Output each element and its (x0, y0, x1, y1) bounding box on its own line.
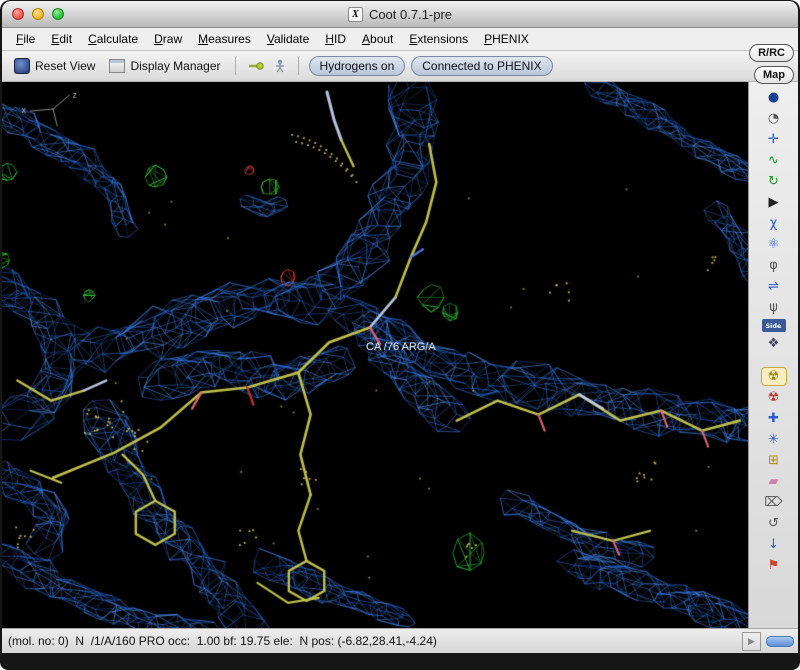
menu-validate[interactable]: Validate (259, 30, 318, 48)
tool-add-alt-conf[interactable]: ⊞ (761, 451, 787, 470)
tool-auto-fit-rotamer[interactable]: ✳ (761, 430, 787, 449)
display-manager-button[interactable]: Display Manager (105, 57, 224, 75)
viewport-container: CA /76 ARG/A (2, 82, 748, 628)
rrc-button[interactable]: R/RC (749, 44, 794, 62)
tool-rotate-translate-zone[interactable]: ↻ (761, 172, 787, 191)
tool-torsion-general[interactable]: φ (761, 256, 787, 275)
menu-extensions[interactable]: Extensions (401, 30, 476, 48)
menu-hid[interactable]: HID (317, 30, 354, 48)
tool-real-space-refine-zone[interactable]: ☢ (760, 367, 787, 386)
tool-add-terminal-residue[interactable]: ✚ (761, 409, 787, 428)
tool-flip-peptide[interactable]: ⇌ (761, 277, 787, 296)
close-button[interactable] (12, 8, 24, 20)
tool-side-chain-180-flip[interactable]: Side (761, 319, 786, 332)
key-bindings-button[interactable] (246, 58, 266, 74)
menubar: File Edit Calculate Draw Measures Valida… (2, 28, 798, 51)
status-text: (mol. no: 0) N /1/A/160 PRO occ: 1.00 bf… (8, 634, 437, 648)
window-controls (12, 8, 64, 20)
tool-display-sphere[interactable]: ● (761, 88, 787, 107)
menu-calculate[interactable]: Calculate (80, 30, 146, 48)
reset-view-icon (14, 58, 30, 74)
molecular-viewport[interactable] (2, 82, 748, 628)
phenix-status-button[interactable]: Connected to PHENIX (411, 56, 553, 76)
figure-icon (275, 59, 284, 73)
reset-view-label: Reset View (35, 59, 96, 73)
expander-icon[interactable]: ▶ (742, 631, 761, 651)
toolbar-separator-2 (297, 57, 299, 75)
tool-rotamers[interactable]: ψ (761, 298, 787, 317)
tool-regularize-zone[interactable]: ☢ (761, 388, 787, 407)
titlebar[interactable]: X Coot 0.7.1-pre (2, 1, 798, 28)
toolbar: Reset View Display Manager Hydrogens on … (2, 51, 798, 82)
display-manager-icon (109, 59, 126, 73)
menu-draw[interactable]: Draw (146, 30, 190, 48)
tool-delete-item[interactable]: ⌦ (761, 493, 787, 512)
coot-window: X Coot 0.7.1-pre File Edit Calculate Dra… (0, 0, 800, 670)
statusbar-right: ▶ (742, 629, 794, 653)
hydrogens-toggle[interactable]: Hydrogens on (308, 56, 406, 76)
zoom-button[interactable] (52, 8, 64, 20)
reset-view-button[interactable]: Reset View (10, 56, 99, 76)
main-area: CA /76 ARG/A ● ◔ ✛ ∿ ↻ ▶ χ ⚛ φ ⇌ ψ Side ❖ ☢ ☢ ✚ ✳ ⊞ ▰ ⌦ ↺ ↓ ⚑ (2, 82, 798, 628)
menu-measures[interactable]: Measures (190, 30, 259, 48)
statusbar: (mol. no: 0) N /1/A/160 PRO occ: 1.00 bf… (2, 628, 798, 653)
toolbar-separator (234, 57, 236, 75)
tool-recent-history[interactable]: ◔ (761, 109, 787, 128)
tool-refine-spring[interactable]: ∿ (761, 151, 787, 170)
window-title-text: Coot 0.7.1-pre (368, 6, 453, 22)
tool-flag-tool[interactable]: ⚑ (761, 556, 787, 575)
menu-edit[interactable]: Edit (43, 30, 80, 48)
tool-atom-picker[interactable]: ⚛ (761, 235, 787, 254)
map-button[interactable]: Map (754, 66, 794, 84)
tool-move-molecule[interactable]: ✛ (761, 130, 787, 149)
tool-run-play[interactable]: ▶ (761, 193, 787, 212)
window-title: X Coot 0.7.1-pre (2, 6, 798, 22)
tool-undo[interactable]: ↺ (761, 514, 787, 533)
tool-simple-mutate[interactable]: ▰ (761, 472, 787, 491)
figure-button[interactable] (272, 57, 288, 75)
key-icon (248, 62, 264, 70)
side-toolbar-tools: ● ◔ ✛ ∿ ↻ ▶ χ ⚛ φ ⇌ ψ Side ❖ ☢ ☢ ✚ ✳ ⊞ ▰ ⌦ ↺ ↓ ⚑ (748, 82, 798, 628)
tool-go-to-bottom[interactable]: ↓ (761, 535, 787, 554)
menu-about[interactable]: About (354, 30, 401, 48)
x11-icon: X (347, 6, 363, 22)
minimize-button[interactable] (32, 8, 44, 20)
tool-edit-chi-angles[interactable]: χ (761, 214, 787, 233)
menu-phenix[interactable]: PHENIX (476, 30, 537, 48)
menu-file[interactable]: File (8, 30, 43, 48)
tool-ligand-builder[interactable]: ❖ (761, 334, 787, 353)
mini-scrollbar[interactable] (766, 635, 794, 647)
display-manager-label: Display Manager (130, 59, 221, 73)
